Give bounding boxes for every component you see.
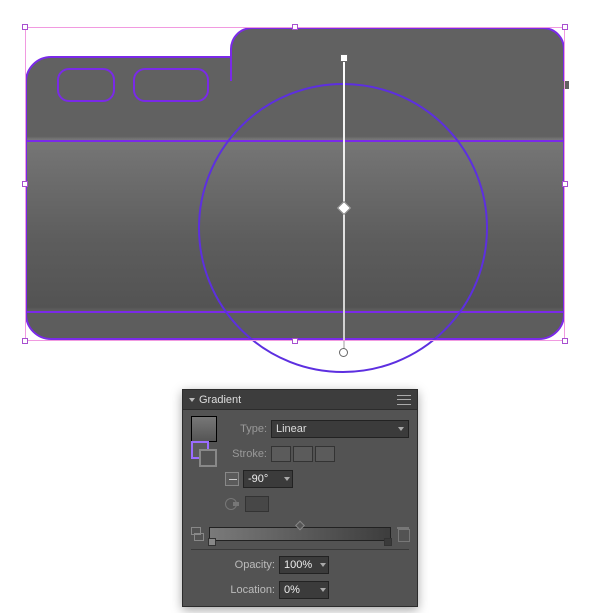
aspect-ratio-input[interactable]: [245, 496, 269, 512]
location-input[interactable]: 0%: [279, 581, 329, 599]
stroke-gradient-buttons: [271, 446, 335, 462]
chevron-down-icon: [320, 563, 326, 567]
stroke-across-button[interactable]: [315, 446, 335, 462]
stroke-within-button[interactable]: [271, 446, 291, 462]
angle-icon: [225, 472, 239, 486]
type-label: Type:: [225, 423, 267, 435]
type-value: Linear: [276, 423, 307, 435]
delete-stop-icon[interactable]: [397, 527, 409, 541]
collapse-arrow-icon[interactable]: [189, 398, 195, 402]
selection-handle[interactable]: [22, 181, 28, 187]
selection-handle[interactable]: [292, 24, 298, 30]
selection-handle[interactable]: [22, 24, 28, 30]
stroke-swatch[interactable]: [199, 449, 217, 467]
panel-header[interactable]: Gradient: [183, 390, 417, 410]
angle-input[interactable]: -90°: [243, 470, 293, 488]
selection-handle[interactable]: [562, 338, 568, 344]
selection-handle[interactable]: [292, 338, 298, 344]
chevron-down-icon: [320, 588, 326, 592]
gradient-midpoint-stop[interactable]: [295, 521, 305, 531]
separator: [191, 549, 409, 550]
aspect-ratio-icon: [225, 498, 241, 510]
opacity-label: Opacity:: [227, 559, 275, 571]
gradient-color-stop[interactable]: [208, 538, 216, 546]
selection-bounding-box: [25, 27, 565, 341]
selection-handle[interactable]: [562, 24, 568, 30]
fill-stroke-toggle[interactable]: [191, 441, 217, 467]
opacity-input[interactable]: 100%: [279, 556, 329, 574]
gradient-end-handle[interactable]: [339, 348, 348, 357]
illustrator-canvas[interactable]: [25, 27, 565, 341]
stroke-along-button[interactable]: [293, 446, 313, 462]
type-dropdown[interactable]: Linear: [271, 420, 409, 438]
chevron-down-icon: [284, 477, 290, 481]
panel-title: Gradient: [199, 394, 397, 406]
selection-handle[interactable]: [562, 181, 568, 187]
reverse-gradient-icon[interactable]: [191, 527, 203, 541]
gradient-panel: Gradient Type: Linear Stroke: -90°: [182, 389, 418, 607]
chevron-down-icon: [398, 427, 404, 431]
panel-body: Type: Linear Stroke: -90°: [183, 410, 417, 608]
location-label: Location:: [227, 584, 275, 596]
selection-handle[interactable]: [22, 338, 28, 344]
gradient-color-stop[interactable]: [384, 538, 392, 546]
gradient-preview-swatch[interactable]: [191, 416, 217, 442]
gradient-slider[interactable]: [209, 527, 391, 541]
panel-menu-icon[interactable]: [397, 395, 411, 405]
stroke-label: Stroke:: [225, 448, 267, 460]
